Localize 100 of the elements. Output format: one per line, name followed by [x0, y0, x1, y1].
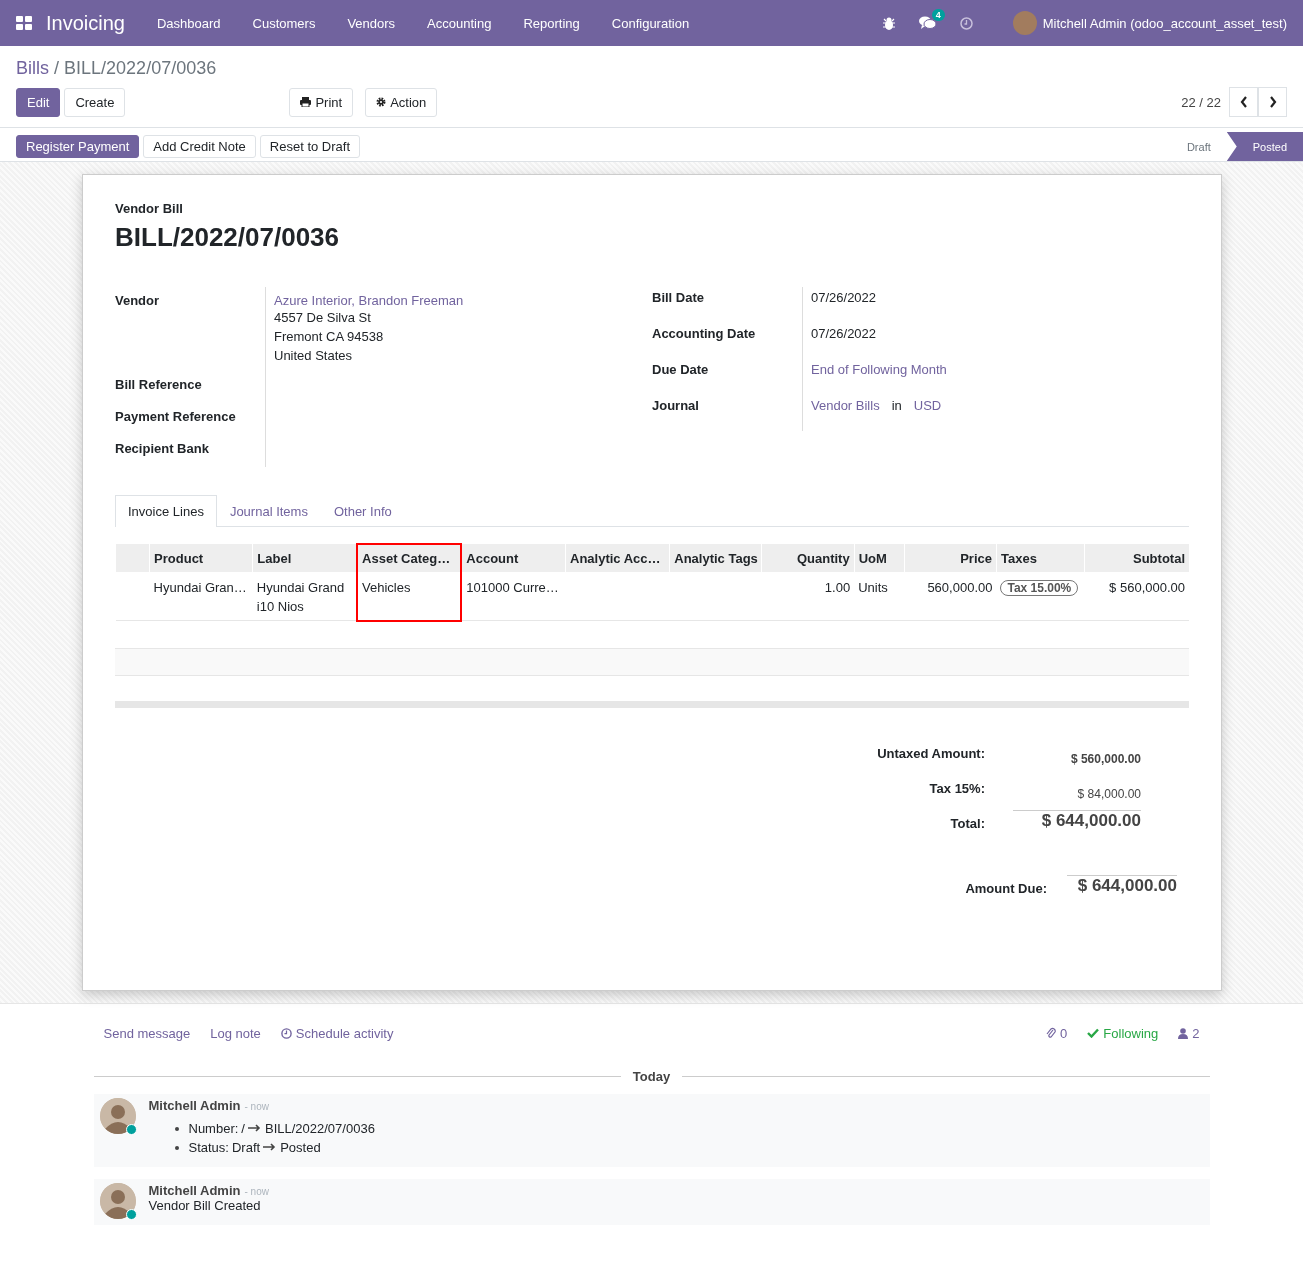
field-label: Vendor: [115, 292, 161, 310]
notebook-tab[interactable]: Invoice Lines: [115, 495, 217, 527]
field-label: Payment Reference: [115, 408, 237, 426]
menu-item[interactable]: Accounting: [411, 15, 508, 31]
field-label: Bill Reference: [115, 376, 203, 394]
field-label: Accounting Date: [652, 325, 757, 343]
message-body: Vendor Bill Created: [148, 1197, 262, 1213]
user-icon: [1178, 1027, 1189, 1039]
column-header[interactable]: Analytic Acc…: [565, 544, 670, 572]
attachments-button[interactable]: 0: [1046, 1025, 1068, 1041]
address-line: 4557 De Silva St: [274, 309, 372, 327]
column-header[interactable]: UoM: [854, 544, 905, 572]
total-amount: $ 84,000.00: [1076, 785, 1141, 803]
menu-item[interactable]: Vendors: [331, 15, 412, 31]
menu-item[interactable]: Dashboard: [140, 15, 237, 31]
column-header[interactable]: Taxes: [996, 544, 1085, 572]
print-button[interactable]: Print: [289, 87, 354, 117]
following-button[interactable]: Following: [1087, 1025, 1159, 1041]
total-label: Tax 15%:: [928, 779, 985, 798]
avatar-icon: [99, 1182, 136, 1219]
notebook-tab[interactable]: Journal Items: [216, 495, 321, 527]
create-button[interactable]: Create: [64, 87, 126, 117]
arrow-icon: [263, 1143, 278, 1151]
chevron-right-icon: [1268, 96, 1277, 108]
status-stage[interactable]: Draft: [1172, 132, 1227, 161]
tracking-field: Number:: [188, 1118, 239, 1138]
status-action-button[interactable]: Register Payment: [16, 135, 140, 158]
table-cell: 101000 Curre…: [461, 572, 566, 621]
column-header[interactable]: Asset Categ…: [357, 544, 462, 572]
online-status-dot: [125, 1123, 137, 1135]
field-value: in: [891, 398, 902, 415]
message-author[interactable]: Mitchell Admin: [148, 1097, 241, 1113]
column-header[interactable]: Product: [149, 544, 253, 572]
chatter-action-link[interactable]: Send message: [103, 1025, 191, 1041]
breadcrumb-current: BILL/2022/07/0036: [64, 58, 217, 78]
field-label: Bill Date: [652, 289, 705, 307]
breadcrumb-link[interactable]: Bills: [16, 58, 49, 78]
message-author[interactable]: Mitchell Admin: [148, 1182, 241, 1198]
column-header[interactable]: Label: [252, 544, 358, 572]
followers-button[interactable]: 2: [1178, 1025, 1200, 1041]
document-type-label: Vendor Bill: [115, 201, 184, 216]
paperclip-icon: [1046, 1027, 1057, 1039]
status-action-button[interactable]: Reset to Draft: [259, 135, 361, 158]
vendor-link[interactable]: Azure Interior, Brandon Freeman: [274, 293, 464, 308]
amount-due-label: Amount Due:: [965, 879, 1047, 898]
notebook-tab[interactable]: Other Info: [320, 495, 405, 527]
arrow-icon: [248, 1124, 262, 1132]
field-value: 07/26/2022: [811, 326, 877, 343]
clock-icon[interactable]: [959, 16, 973, 30]
table-cell: Hyundai Grand i10 Nios: [252, 572, 358, 621]
chat-icon[interactable]: [918, 16, 936, 30]
table-cell: Units: [854, 572, 905, 621]
menu-item[interactable]: Customers: [236, 15, 332, 31]
field-label: Recipient Bank: [115, 440, 210, 458]
table-cell: Hyundai Gran…: [149, 572, 253, 621]
field-link[interactable]: USD: [913, 398, 942, 418]
chatter-action-link[interactable]: Log note: [210, 1025, 261, 1041]
edit-button[interactable]: Edit: [16, 87, 61, 117]
field-label: Due Date: [652, 361, 710, 379]
chevron-left-icon: [1239, 96, 1248, 108]
previous-button[interactable]: [1229, 87, 1258, 117]
pager-counter: 22 / 22: [1181, 94, 1221, 110]
check-icon: [1087, 1028, 1100, 1038]
address-line: Fremont CA 94538: [274, 328, 385, 346]
print-icon: [300, 97, 312, 107]
total-label: Untaxed Amount:: [877, 744, 985, 763]
menu-item[interactable]: Configuration: [595, 15, 706, 31]
column-header[interactable]: Quantity: [761, 544, 855, 572]
field-link[interactable]: Vendor Bills: [811, 398, 880, 418]
column-header[interactable]: Price: [904, 544, 997, 572]
address-line: United States: [274, 347, 354, 365]
field-link[interactable]: End of Following Month: [811, 362, 947, 382]
tracking-old-value: /: [241, 1119, 245, 1138]
message-count-badge: 4: [931, 9, 945, 21]
online-status-dot: [125, 1208, 137, 1220]
message-time: - now: [244, 1185, 269, 1197]
total-amount: $ 560,000.00: [1069, 750, 1141, 768]
total-label: Total:: [949, 814, 985, 833]
column-header[interactable]: Analytic Tags: [669, 544, 762, 572]
amount-due-value: $ 644,000.00: [1067, 874, 1177, 910]
menu-item[interactable]: Reporting: [507, 15, 596, 31]
clock-icon: [280, 1027, 292, 1039]
status-stage[interactable]: Posted: [1226, 132, 1303, 161]
table-cell: 1.00: [761, 572, 855, 621]
action-button[interactable]: Action: [365, 87, 438, 117]
next-button[interactable]: [1258, 87, 1287, 117]
field-label: Journal: [652, 397, 700, 415]
message-time: - now: [244, 1100, 269, 1112]
apps-menu-icon[interactable]: [16, 16, 32, 30]
app-title[interactable]: Invoicing: [46, 11, 125, 35]
date-separator: Today: [632, 1068, 671, 1084]
column-header[interactable]: Account: [461, 544, 566, 572]
tracking-field: Status:: [188, 1137, 229, 1157]
user-name[interactable]: Mitchell Admin (odoo_account_asset_test): [1042, 15, 1287, 31]
tracking-new-value: Posted: [280, 1138, 321, 1157]
column-header[interactable]: Subtotal: [1084, 544, 1189, 572]
bug-icon[interactable]: [882, 16, 895, 30]
chatter-action-link[interactable]: Schedule activity: [280, 1025, 394, 1041]
tracking-old-value: Draft: [231, 1138, 261, 1157]
status-action-button[interactable]: Add Credit Note: [143, 135, 256, 158]
